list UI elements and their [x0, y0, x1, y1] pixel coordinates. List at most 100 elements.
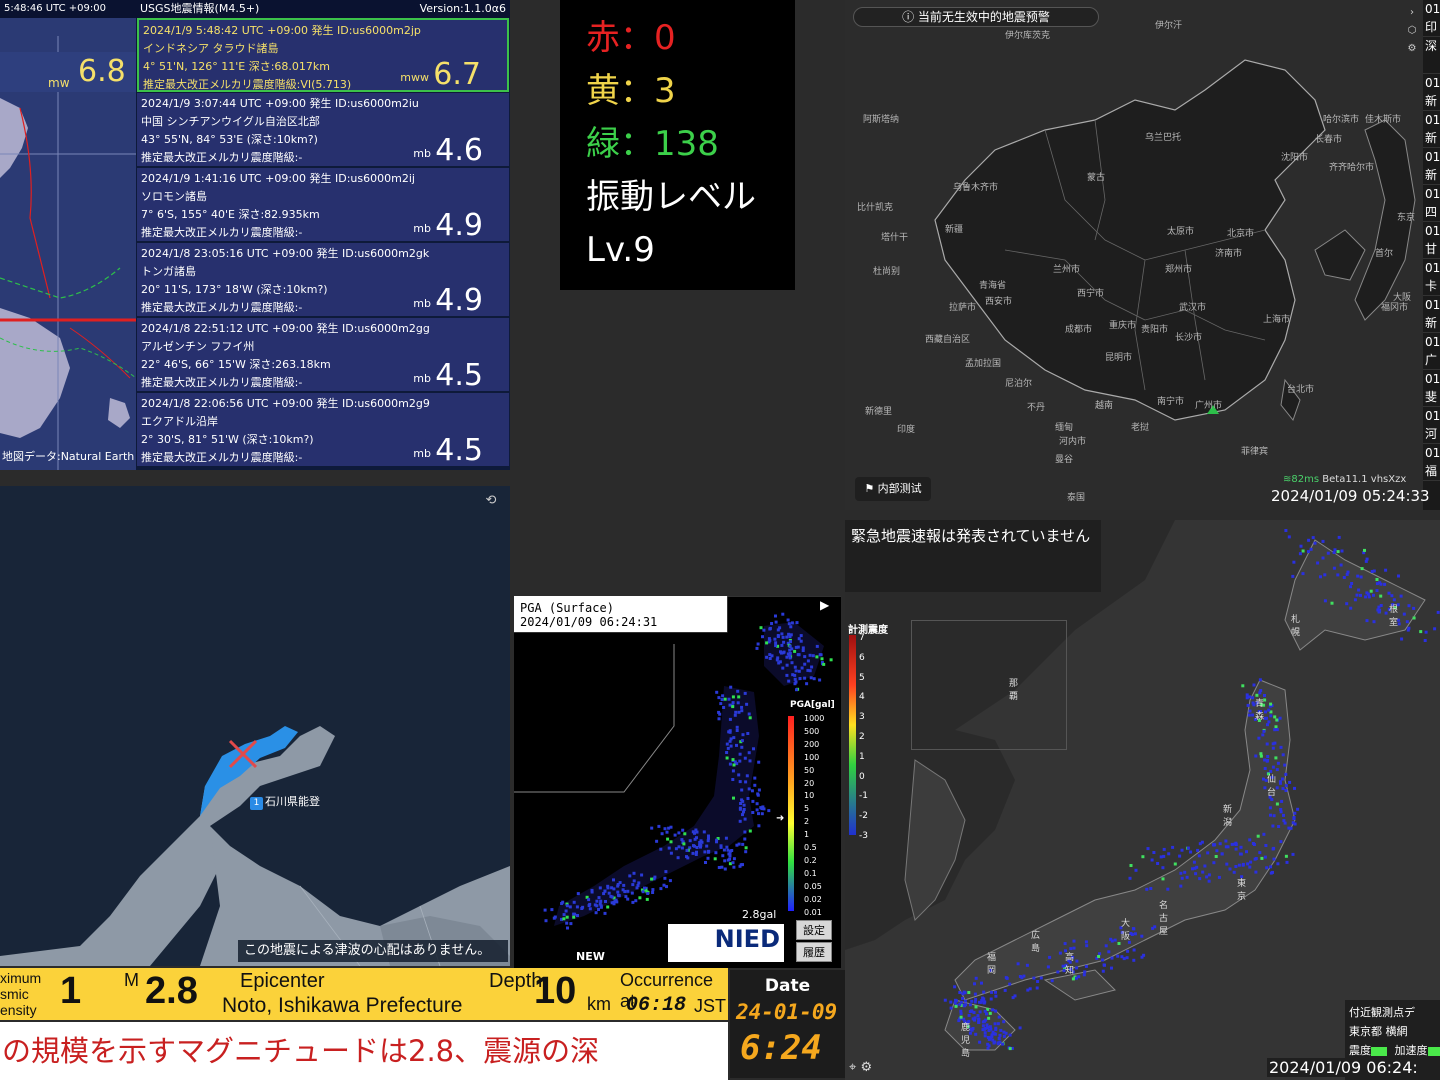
station-dot [1265, 866, 1269, 870]
quake-item[interactable]: 2024/1/8 22:51:12 UTC +09:00 発生 ID:us600… [137, 318, 509, 393]
station-dot [1156, 862, 1160, 865]
station-dot [562, 917, 566, 921]
station-dot [1299, 544, 1303, 548]
station-dot [607, 891, 611, 895]
station-dot [983, 1000, 987, 1004]
pga-scale-label: 200 [804, 739, 820, 749]
event-item[interactable]: 01 甘 [1423, 222, 1440, 259]
china-place-labels: 乌鲁木齐市 西宁市 成都市 拉萨市 西安市 北京市 沈阳市 长春市 哈尔滨市 兰州市 贵阳市 昆明市南… [845, 0, 1423, 510]
intensity-scale-title: 計測震度 [848, 625, 888, 636]
event-item[interactable]: 01 印 [1423, 0, 1440, 37]
station-dot [970, 999, 974, 1003]
play-icon[interactable]: ▶ [820, 598, 829, 612]
event-item[interactable]: 01 新 [1423, 296, 1440, 333]
area-number: 1 [250, 797, 263, 810]
station-dot [674, 847, 678, 851]
station-dot [740, 705, 744, 709]
station-dot [943, 998, 947, 1002]
station-dot [1407, 604, 1411, 608]
settings-icon[interactable]: ⚙ [860, 1060, 872, 1075]
station-dot [632, 879, 636, 883]
station-dot [1266, 758, 1269, 762]
station-dot [1301, 549, 1305, 553]
place-label: 哈尔滨市 [1323, 115, 1360, 125]
station-dot [665, 830, 669, 834]
station-dot [809, 676, 813, 680]
station-dot [793, 682, 797, 686]
quake-item[interactable]: 2024/1/8 22:06:56 UTC +09:00 発生 ID:us600… [137, 393, 509, 468]
station-dot [669, 851, 673, 855]
station-dot [725, 751, 729, 754]
station-dot [806, 668, 810, 672]
station-dot [781, 635, 785, 639]
station-dot [1288, 780, 1292, 784]
station-dot [721, 694, 725, 698]
city-label: 福岡 [987, 953, 997, 976]
station-dot [1039, 976, 1043, 980]
quake-item[interactable]: 2024/1/8 23:05:16 UTC +09:00 発生 ID:us600… [137, 243, 509, 318]
settings-button[interactable]: 設定 [796, 920, 832, 940]
locate-icon[interactable]: ⌖ [849, 1060, 856, 1075]
reset-view-icon[interactable]: ⟲ [480, 490, 502, 512]
station-dot [1321, 556, 1325, 560]
city-label: 新潟 [1223, 805, 1233, 828]
station-dot [1400, 637, 1404, 641]
station-dot [1248, 838, 1252, 842]
magnitude-value: 2.8 [145, 970, 198, 1012]
event-item[interactable]: 01 广 [1423, 333, 1440, 370]
station-dot [1075, 959, 1079, 963]
quake-region: トンガ諸島 [141, 265, 196, 278]
internal-test-button[interactable]: ⚑ 内部测试 [855, 477, 931, 501]
station-dot [1097, 955, 1101, 958]
station-dot [755, 802, 759, 806]
event-item[interactable]: 01 斐 [1423, 370, 1440, 407]
event-item[interactable]: 01 四 [1423, 185, 1440, 222]
station-dot [1276, 761, 1280, 765]
station-dot [720, 698, 724, 702]
tsunami-map: ⟲ 1 石川県能登 この地震による津波の心配はありません。 [0, 486, 510, 966]
station-dot [1332, 566, 1336, 570]
intensity-scale-label: 7 [859, 633, 865, 643]
station-dot [1248, 695, 1251, 699]
quake-item[interactable]: 2024/1/9 3:07:44 UTC +09:00 発生 ID:us6000… [137, 93, 509, 168]
station-dot [994, 1009, 998, 1013]
station-dot [795, 688, 798, 692]
station-dot [1269, 865, 1273, 869]
station-dot [778, 660, 782, 664]
quake-item[interactable]: 2024/1/9 1:41:16 UTC +09:00 発生 ID:us6000… [137, 168, 509, 243]
station-dot [691, 851, 695, 855]
event-item[interactable]: 01 新 [1423, 111, 1440, 148]
station-dot [811, 654, 815, 658]
station-dot [785, 673, 789, 677]
station-dot [967, 1013, 971, 1017]
place-label: 乌兰巴托 [1145, 133, 1182, 143]
station-dot [1263, 716, 1267, 720]
station-dot [747, 787, 751, 791]
station-dot [959, 1000, 963, 1004]
quake-info-bar: ximum smic ensity 1 M 2.8 Epicenter Noto… [0, 968, 728, 1020]
event-item[interactable]: 01 新 [1423, 148, 1440, 185]
event-item[interactable]: 深 [1423, 37, 1440, 74]
station-dot [1224, 839, 1228, 843]
place-label: 乌鲁木齐市 [953, 183, 999, 193]
station-dot [745, 702, 749, 706]
event-item[interactable]: 01 福 [1423, 444, 1440, 481]
station-dot [1323, 573, 1327, 577]
station-dot [650, 877, 654, 881]
history-button[interactable]: 履歴 [796, 942, 832, 962]
station-dot [794, 669, 798, 673]
event-item[interactable]: 01 河 [1423, 407, 1440, 444]
station-dot [738, 806, 742, 810]
event-item[interactable]: 01 新 [1423, 74, 1440, 111]
station-dot [1249, 860, 1253, 864]
quake-time: 2024/1/9 5:48:42 UTC +09:00 発生 ID:us6000… [143, 24, 421, 37]
station-dot [1241, 863, 1245, 867]
station-dot [728, 849, 732, 853]
event-item[interactable]: 01 卡 [1423, 259, 1440, 296]
place-label: 杜尚别 [873, 267, 901, 277]
pga-unit: PGA[gal] [790, 700, 835, 710]
station-dot [593, 903, 597, 907]
quake-item[interactable]: 2024/1/9 5:48:42 UTC +09:00 発生 ID:us6000… [137, 18, 509, 92]
china-event-list[interactable]: 01 印 深 01 新 01 新 01 新 01 四 01 甘 01 卡 01 … [1423, 0, 1440, 510]
station-dot [782, 650, 786, 654]
